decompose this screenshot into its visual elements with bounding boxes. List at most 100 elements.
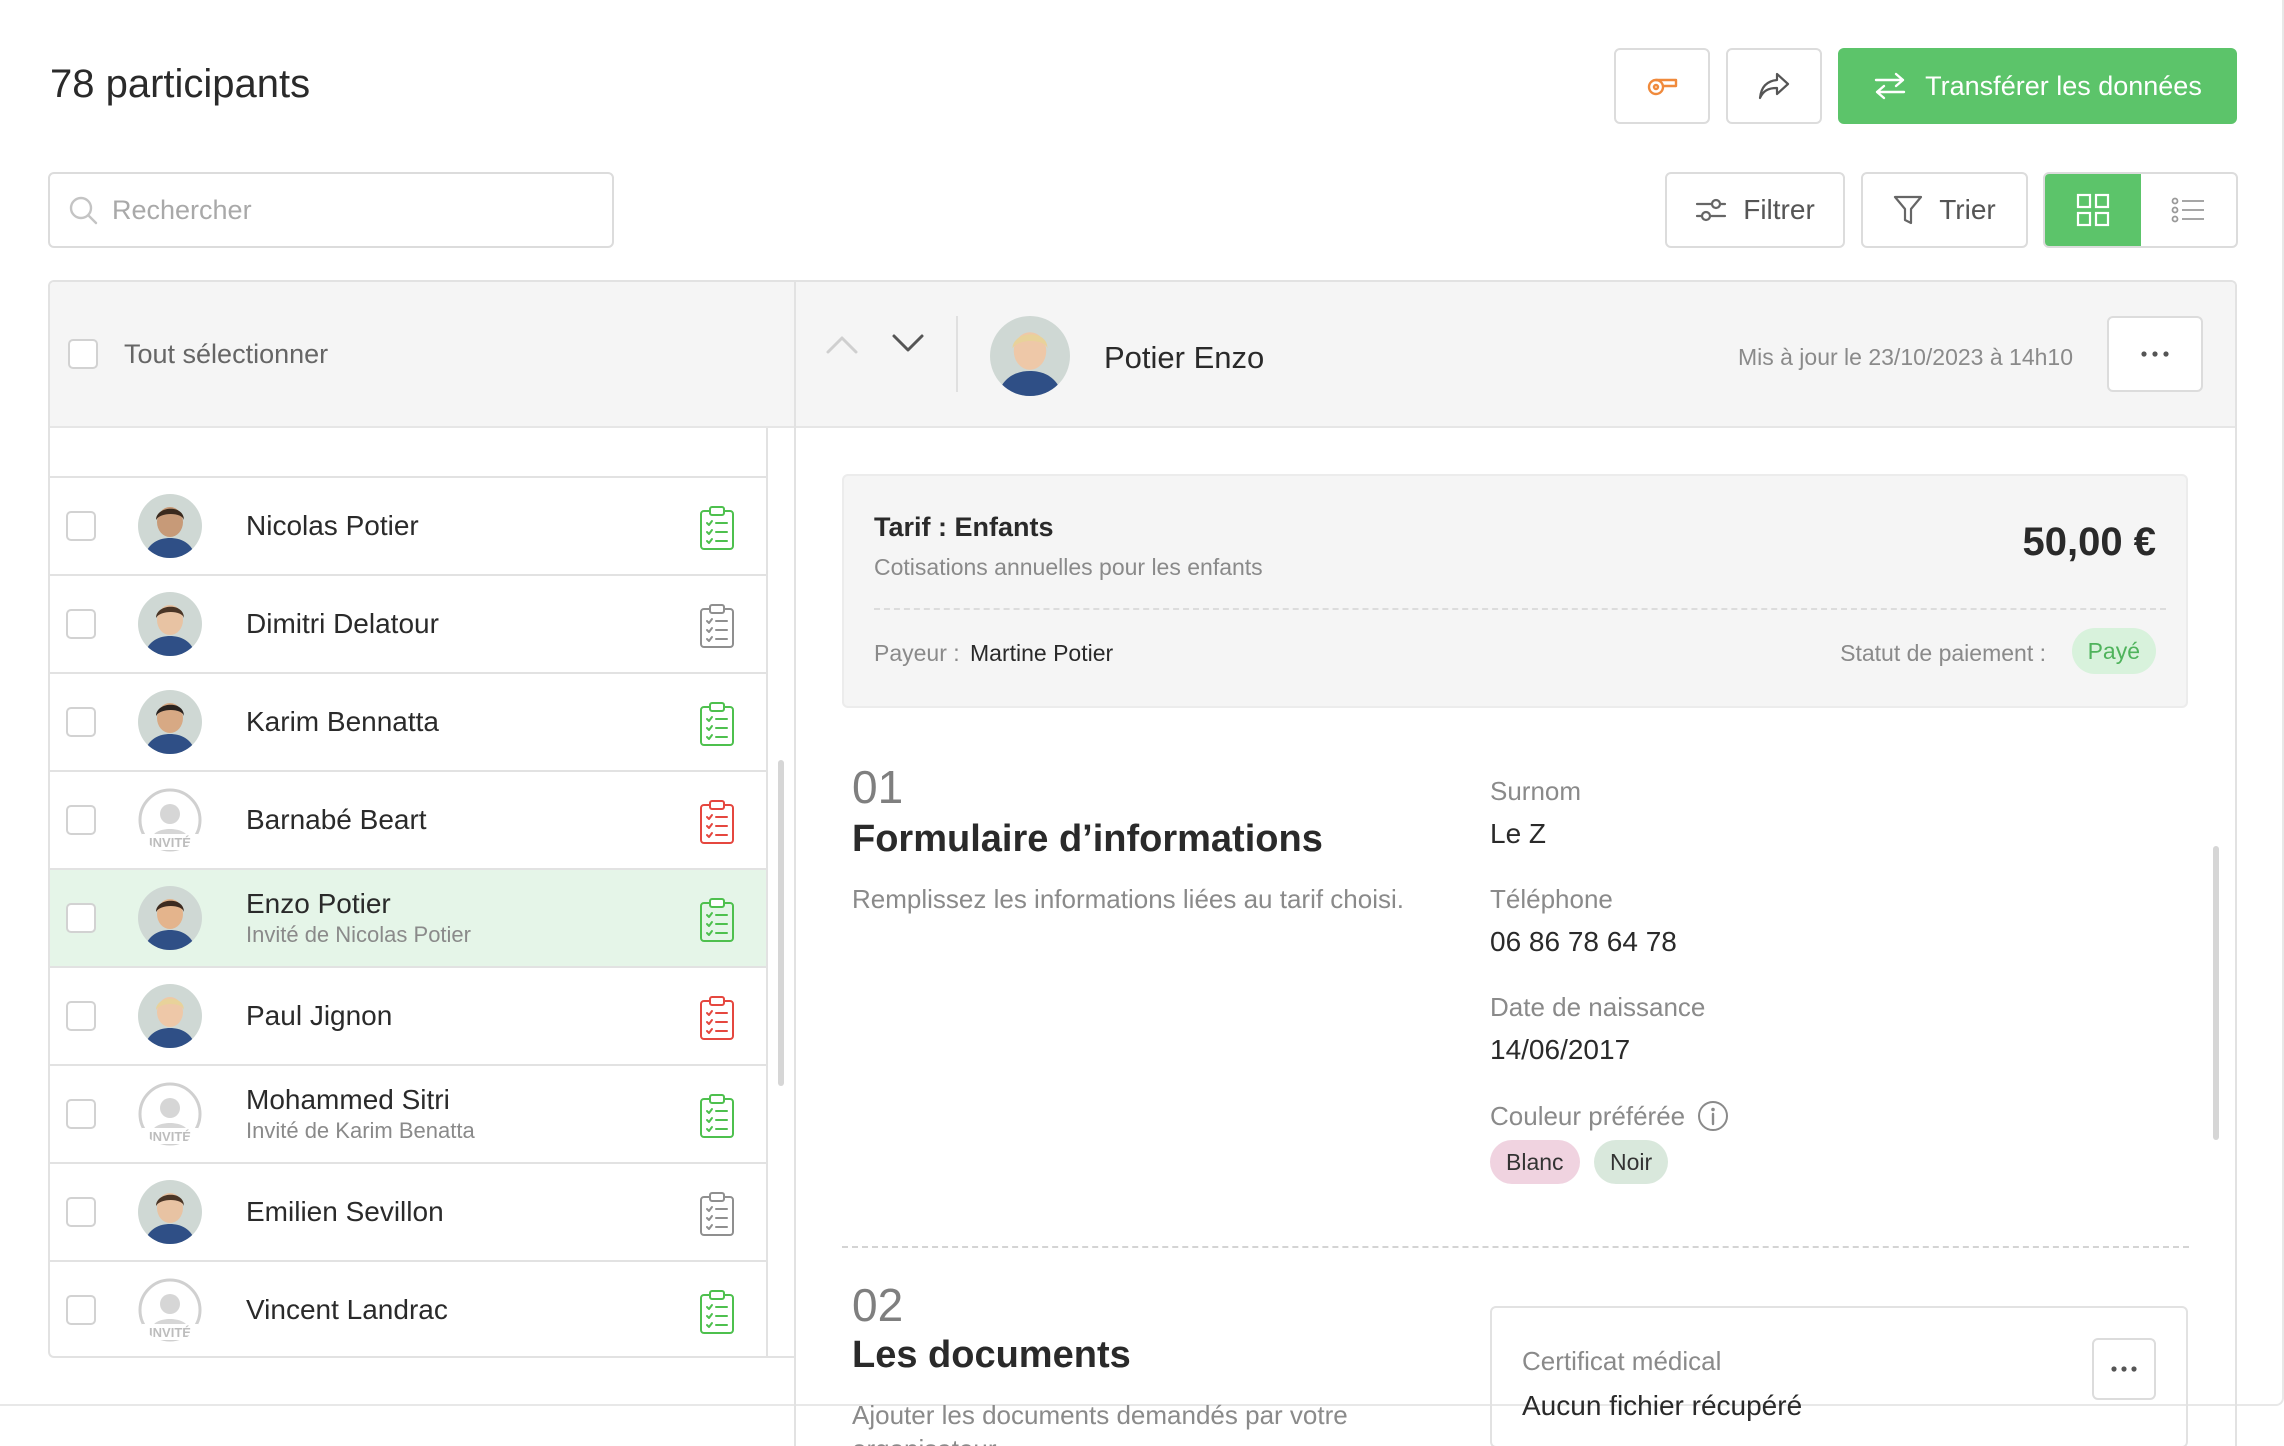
section-2-description: Ajouter les documents demandés par votre… (852, 1400, 1348, 1446)
detail-header: Potier Enzo Mis à jour le 23/10/2023 à 1… (796, 282, 2235, 428)
clipboard-checklist-icon (698, 701, 736, 752)
participant-name: Enzo Potier (246, 888, 391, 919)
clipboard-checklist-icon (698, 897, 736, 948)
document-label: Certificat médical (1522, 1346, 1722, 1376)
clipboard-checklist-icon (698, 1289, 736, 1340)
list-item[interactable]: INVITÉ Mohammed Sitri Invité de Karim Bena… (50, 1066, 766, 1164)
participant-invited-by: Invité de Karim Benatta (246, 1118, 475, 1143)
participants-list[interactable]: Nicolas Potier Dimitri Delatour Karim Benn… (50, 428, 768, 1356)
select-all-checkbox[interactable] (68, 339, 98, 369)
filter-button[interactable]: Filtrer (1665, 172, 1845, 248)
search-input[interactable] (112, 194, 572, 226)
section-divider (842, 1246, 2189, 1248)
list-item[interactable]: Emilien Sevillon (50, 1164, 766, 1262)
section-2-number: 02 (852, 1279, 904, 1331)
participant-name: Mohammed Sitri (246, 1084, 450, 1115)
transfer-data-button[interactable]: Transférer les données (1838, 48, 2237, 124)
list-item[interactable]: INVITÉ Barnabé Beart (50, 772, 766, 870)
row-checkbox[interactable] (66, 903, 96, 933)
more-options-button[interactable] (2107, 316, 2203, 392)
row-checkbox[interactable] (66, 1295, 96, 1325)
row-checkbox[interactable] (66, 1197, 96, 1227)
whistle-button[interactable] (1614, 48, 1710, 124)
detail-scrollbar[interactable] (2213, 846, 2219, 1140)
participant-name: Barnabé Beart (246, 804, 427, 835)
search-icon (69, 196, 98, 225)
nickname-label: Surnom (1490, 776, 1582, 806)
section-1-title: Formulaire d’informations (852, 818, 1323, 860)
row-checkbox[interactable] (66, 1099, 96, 1129)
list-item[interactable]: Dimitri Delatour (50, 576, 766, 674)
share-button[interactable] (1726, 48, 1822, 124)
info-icon[interactable] (1697, 1100, 1729, 1132)
svg-text:INVITÉ: INVITÉ (149, 1325, 191, 1340)
svg-text:INVITÉ: INVITÉ (149, 835, 191, 850)
list-item[interactable]: Enzo Potier Invité de Nicolas Potier (50, 870, 766, 968)
phone-value: 06 86 78 64 78 (1490, 926, 1677, 957)
avatar (138, 494, 202, 558)
avatar (138, 984, 202, 1048)
ellipsis-icon (2111, 1366, 2137, 1372)
birthdate-label: Date de naissance (1490, 992, 1706, 1022)
view-toggle (2043, 172, 2238, 248)
color-chip-noir: Noir (1594, 1140, 1669, 1184)
clipboard-checklist-icon (698, 995, 736, 1046)
clipboard-checklist-icon (698, 799, 736, 850)
guest-avatar: INVITÉ (138, 1278, 202, 1342)
nickname-value: Le Z (1490, 818, 1547, 849)
list-item[interactable]: Paul Jignon (50, 968, 766, 1066)
list-view-button[interactable] (2141, 174, 2237, 246)
filter-label: Filtrer (1743, 194, 1815, 225)
participant-name: Karim Bennatta (246, 706, 439, 737)
avatar (138, 886, 202, 950)
clipboard-checklist-icon (698, 1191, 736, 1242)
transfer-arrows-icon (1874, 72, 1906, 100)
phone-label: Téléphone (1490, 884, 1613, 914)
birthdate-value: 14/06/2017 (1490, 1034, 1631, 1065)
clipboard-checklist-icon (698, 505, 736, 556)
grid-icon (2076, 193, 2109, 227)
sort-label: Trier (1939, 194, 1996, 225)
avatar (138, 1180, 202, 1244)
row-checkbox[interactable] (66, 511, 96, 541)
participant-name: Emilien Sevillon (246, 1196, 444, 1227)
row-checkbox[interactable] (66, 707, 96, 737)
favorite-color-label: Couleur préférée (1490, 1100, 1729, 1132)
participant-name: Dimitri Delatour (246, 608, 439, 639)
payment-status-badge: Payé (2071, 628, 2156, 674)
row-checkbox[interactable] (66, 609, 96, 639)
avatar (138, 690, 202, 754)
list-scrollbar[interactable] (778, 760, 784, 1086)
guest-avatar: INVITÉ (138, 1082, 202, 1146)
row-checkbox[interactable] (66, 805, 96, 835)
ellipsis-icon (2141, 351, 2169, 357)
sliders-icon (1696, 198, 1727, 222)
funnel-icon (1894, 195, 1923, 225)
payer-label: Payeur : (874, 640, 960, 666)
list-icon (2171, 197, 2205, 223)
document-status: Aucun fichier récupéré (1522, 1390, 1803, 1421)
next-arrow-icon[interactable] (890, 332, 926, 356)
payer-name: Martine Potier (970, 640, 1114, 666)
payment-status-label: Statut de paiement : (1840, 640, 2046, 666)
tarif-price: 50,00 € (2022, 520, 2156, 564)
whistle-icon (1647, 78, 1678, 96)
document-options-button[interactable] (2092, 1338, 2156, 1400)
grid-view-button[interactable] (2045, 174, 2141, 246)
list-item[interactable]: Karim Bennatta (50, 674, 766, 772)
color-chip-blanc: Blanc (1490, 1140, 1580, 1184)
list-item[interactable]: INVITÉ Vincent Landrac (50, 1262, 766, 1356)
sort-button[interactable]: Trier (1861, 172, 2028, 248)
section-2-title: Les documents (852, 1334, 1131, 1376)
search-box[interactable] (48, 172, 614, 248)
row-checkbox[interactable] (66, 1001, 96, 1031)
participants-list-panel: Tout sélectionner Nicolas Potier Dimitri … (48, 280, 796, 1358)
participant-name: Nicolas Potier (246, 510, 419, 541)
previous-arrow-icon[interactable] (824, 332, 860, 356)
participant-name: Potier Enzo (1104, 340, 1265, 375)
select-all-label: Tout sélectionner (124, 338, 329, 369)
svg-text:INVITÉ: INVITÉ (149, 1129, 191, 1144)
list-item[interactable]: Nicolas Potier (50, 478, 766, 576)
guest-avatar: INVITÉ (138, 788, 202, 852)
list-spacer (50, 428, 766, 478)
